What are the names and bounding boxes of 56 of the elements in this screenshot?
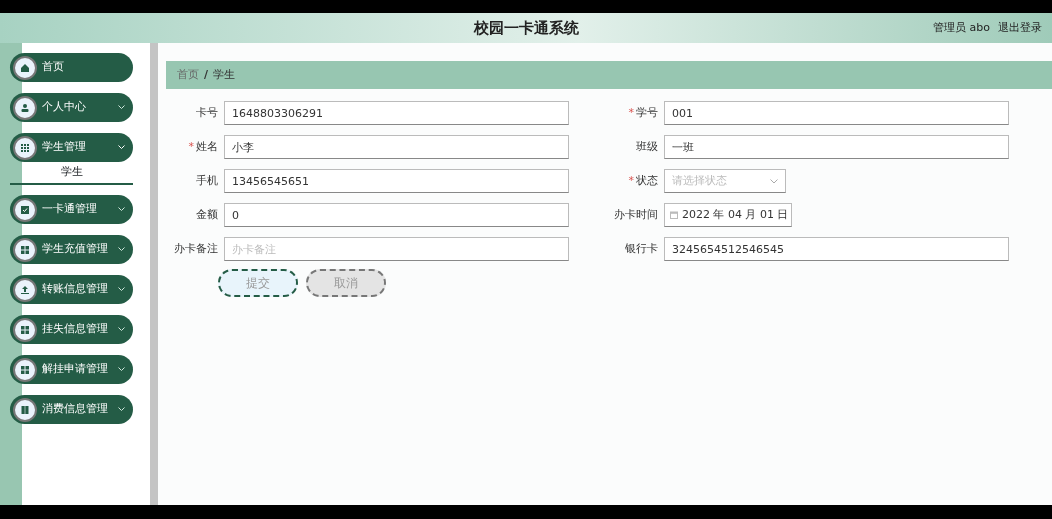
chevron-icon: [770, 178, 778, 184]
grid-icon: [13, 357, 37, 382]
field-label: 金额: [195, 206, 218, 223]
chevron-icon: [118, 367, 125, 372]
input-field[interactable]: 13456545651: [224, 169, 569, 193]
input-field[interactable]: 0: [224, 203, 569, 227]
book-icon: [13, 397, 37, 422]
input-field[interactable]: 小李: [224, 135, 569, 159]
grid-icon: [13, 135, 37, 160]
field-label: 银行卡: [624, 240, 658, 257]
chevron-icon: [118, 105, 125, 110]
user-icon: [13, 95, 37, 120]
date-field[interactable]: 2022 年 04 月 01 日: [664, 203, 792, 227]
field-label: 手机: [195, 172, 218, 189]
required-mark: *: [628, 105, 634, 119]
input-field[interactable]: 1648803306291: [224, 101, 569, 125]
field-label: 班级: [635, 138, 658, 155]
field-label: * 学号: [627, 104, 658, 121]
field-label: * 状态: [627, 172, 658, 189]
menu-item[interactable]: 解挂申请管理: [10, 355, 133, 384]
menu-item[interactable]: 学生管理: [10, 133, 133, 162]
input-field[interactable]: 一班: [664, 135, 1009, 159]
grid-icon: [13, 317, 37, 342]
submenu-item[interactable]: 学生: [10, 163, 133, 185]
app-title: 校园一卡通系统: [473, 17, 579, 39]
chevron-icon: [118, 207, 125, 212]
field-label: 办卡备注: [173, 240, 218, 257]
menu-item[interactable]: 个人中心: [10, 93, 133, 122]
chevron-icon: [118, 145, 125, 150]
field-label: * 姓名: [187, 138, 218, 155]
menu-item[interactable]: 一卡通管理: [10, 195, 133, 224]
user-label: 管理员 abo: [933, 19, 990, 36]
breadcrumb-separator: /: [204, 66, 209, 83]
field-label: 办卡时间: [613, 206, 658, 223]
menu-item[interactable]: 首页: [10, 53, 133, 82]
logout-link[interactable]: 退出登录: [998, 19, 1042, 37]
chevron-icon: [118, 407, 125, 412]
input-field[interactable]: 3245654512546545: [664, 237, 1009, 261]
menu-item[interactable]: 学生充值管理: [10, 235, 133, 264]
chevron-icon: [118, 287, 125, 292]
checkbox-icon: [13, 197, 37, 222]
breadcrumb-item: 学生: [213, 66, 236, 83]
required-mark: *: [628, 173, 634, 187]
grid-icon: [13, 237, 37, 262]
upload-icon: [13, 277, 37, 302]
menu-item[interactable]: 转账信息管理: [10, 275, 133, 304]
home-icon: [13, 55, 37, 80]
input-field[interactable]: 办卡备注: [224, 237, 569, 261]
required-mark: *: [188, 139, 194, 153]
chevron-icon: [118, 327, 125, 332]
input-field[interactable]: 001: [664, 101, 1009, 125]
menu-item[interactable]: 挂失信息管理: [10, 315, 133, 344]
chevron-icon: [118, 247, 125, 252]
menu-item[interactable]: 消费信息管理: [10, 395, 133, 424]
scrollbar[interactable]: [150, 43, 158, 505]
field-label: 卡号: [195, 104, 218, 121]
